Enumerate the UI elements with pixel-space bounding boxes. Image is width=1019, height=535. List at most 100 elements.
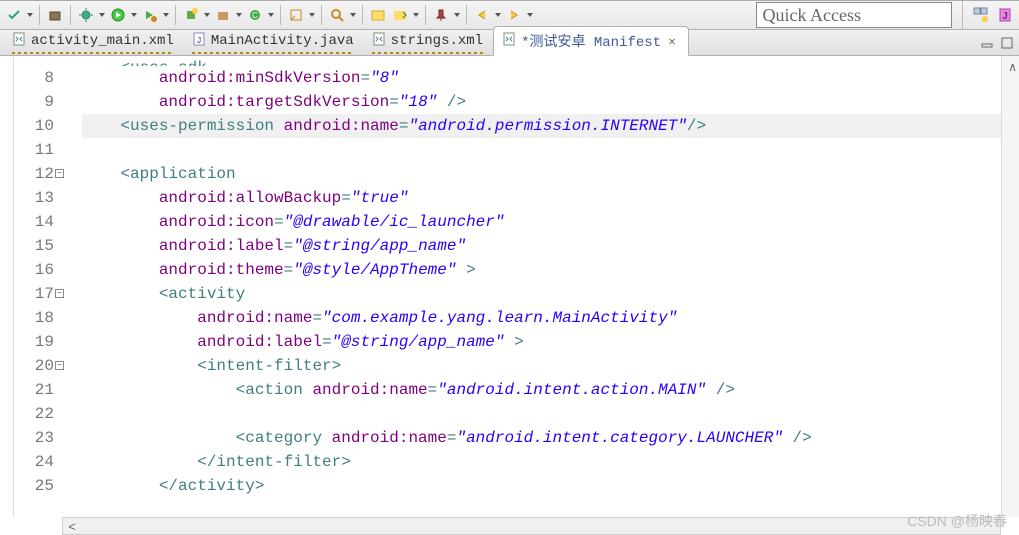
search-icon[interactable] [327, 5, 347, 25]
java-file-icon: J [192, 32, 206, 51]
code-line[interactable]: <category android:name="android.intent.c… [82, 426, 1001, 450]
run-icon[interactable] [108, 5, 128, 25]
run-last-dropdown[interactable] [162, 5, 170, 25]
code-line[interactable]: <intent-filter> [82, 354, 1001, 378]
open-type-dropdown[interactable] [308, 5, 316, 25]
forward-icon[interactable] [504, 5, 524, 25]
debug-icon[interactable] [76, 5, 96, 25]
separator [39, 5, 40, 25]
run-dropdown[interactable] [130, 5, 138, 25]
editor-tab[interactable]: strings.xml [364, 26, 493, 56]
new-android-dropdown[interactable] [203, 5, 211, 25]
line-number[interactable]: 10 [14, 114, 54, 138]
line-number[interactable]: 23 [14, 426, 54, 450]
new-package-icon[interactable] [213, 5, 233, 25]
new-package-dropdown[interactable] [235, 5, 243, 25]
code-area[interactable]: <uses-sdk android:minSdkVersion="8" andr… [62, 56, 1001, 517]
code-line[interactable]: </activity> [82, 474, 1001, 498]
open-perspective-icon[interactable] [971, 5, 991, 25]
separator [466, 5, 467, 25]
pin-icon[interactable] [431, 5, 451, 25]
forward-dropdown[interactable] [526, 5, 534, 25]
line-number[interactable]: 25 [14, 474, 54, 498]
line-number[interactable]: 12− [14, 162, 54, 186]
separator [425, 5, 426, 25]
code-line[interactable] [82, 402, 1001, 426]
code-line[interactable]: android:label="@string/app_name" [82, 234, 1001, 258]
close-tab-icon[interactable]: ✕ [666, 35, 678, 47]
check-dropdown[interactable] [26, 5, 34, 25]
line-number[interactable]: 17− [14, 282, 54, 306]
sync-icon[interactable] [390, 5, 410, 25]
search-dropdown[interactable] [349, 5, 357, 25]
scroll-track[interactable] [81, 518, 1000, 534]
svg-text:C: C [252, 11, 258, 20]
horizontal-scrollbar[interactable]: < [62, 517, 1001, 535]
code-line[interactable]: <activity [82, 282, 1001, 306]
tab-label: activity_main.xml [31, 33, 174, 49]
scroll-left-arrow[interactable]: < [63, 518, 81, 534]
new-class-dropdown[interactable] [267, 5, 275, 25]
line-number-gutter[interactable]: −89101112−1314151617−181920−2122232425 [14, 56, 62, 517]
code-line[interactable]: android:icon="@drawable/ic_launcher" [82, 210, 1001, 234]
line-number[interactable]: 24 [14, 450, 54, 474]
line-number[interactable]: 20− [14, 354, 54, 378]
run-last-icon[interactable] [140, 5, 160, 25]
line-number[interactable]: 13 [14, 186, 54, 210]
xml-file-icon [372, 32, 386, 51]
new-android-icon[interactable] [181, 5, 201, 25]
line-number[interactable]: 8 [14, 66, 54, 90]
pin-dropdown[interactable] [453, 5, 461, 25]
code-line[interactable]: android:theme="@style/AppTheme" > [82, 258, 1001, 282]
line-number[interactable]: 22 [14, 402, 54, 426]
separator [175, 5, 176, 25]
editor-tab[interactable]: *测试安卓 Manifest ✕ [493, 26, 689, 56]
sync-dropdown[interactable] [412, 5, 420, 25]
scroll-up-arrow[interactable]: ∧ [1008, 60, 1017, 74]
back-icon[interactable] [472, 5, 492, 25]
minimize-icon[interactable] [979, 35, 995, 51]
back-dropdown[interactable] [494, 5, 502, 25]
code-editor[interactable]: −89101112−1314151617−181920−2122232425 <… [0, 56, 1019, 517]
line-number[interactable]: 9 [14, 90, 54, 114]
overview-ruler[interactable] [1001, 56, 1019, 517]
line-number[interactable]: 15 [14, 234, 54, 258]
code-line[interactable]: <uses-sdk [82, 56, 1001, 66]
line-number[interactable]: 21 [14, 378, 54, 402]
java-perspective-icon[interactable]: J [995, 5, 1015, 25]
line-number[interactable]: 19 [14, 330, 54, 354]
svg-text:J: J [1002, 11, 1008, 22]
code-line[interactable]: android:label="@string/app_name" > [82, 330, 1001, 354]
code-line[interactable] [82, 138, 1001, 162]
maximize-icon[interactable] [999, 35, 1015, 51]
editor-tabbar: activity_main.xmlJMainActivity.javastrin… [0, 30, 1019, 56]
tab-label: *测试安卓 Manifest [521, 31, 661, 51]
code-line[interactable]: android:allowBackup="true" [82, 186, 1001, 210]
open-task-icon[interactable] [368, 5, 388, 25]
code-line[interactable]: android:minSdkVersion="8" [82, 66, 1001, 90]
code-line[interactable]: <application [82, 162, 1001, 186]
editor-tab[interactable]: JMainActivity.java [184, 26, 364, 56]
check-icon[interactable] [4, 5, 24, 25]
fold-toggle-icon[interactable]: − [55, 361, 64, 370]
line-number[interactable]: − [14, 56, 54, 66]
fold-toggle-icon[interactable]: − [55, 169, 64, 178]
line-number[interactable]: 18 [14, 306, 54, 330]
code-line[interactable]: android:targetSdkVersion="18" /> [82, 90, 1001, 114]
code-line[interactable]: android:name="com.example.yang.learn.Mai… [82, 306, 1001, 330]
package-icon[interactable] [45, 5, 65, 25]
open-type-icon[interactable] [286, 5, 306, 25]
fold-toggle-icon[interactable]: − [55, 289, 64, 298]
line-number[interactable]: 11 [14, 138, 54, 162]
new-class-icon[interactable]: C [245, 5, 265, 25]
code-line[interactable]: <uses-permission android:name="android.p… [82, 114, 1001, 138]
code-line[interactable]: <action android:name="android.intent.act… [82, 378, 1001, 402]
breakpoint-ruler[interactable] [0, 56, 14, 517]
editor-tab[interactable]: activity_main.xml [4, 26, 184, 56]
quick-access-input[interactable]: Quick Access [756, 2, 952, 28]
debug-dropdown[interactable] [98, 5, 106, 25]
code-line[interactable]: </intent-filter> [82, 450, 1001, 474]
line-number[interactable]: 14 [14, 210, 54, 234]
xml-file-icon [502, 32, 516, 51]
line-number[interactable]: 16 [14, 258, 54, 282]
